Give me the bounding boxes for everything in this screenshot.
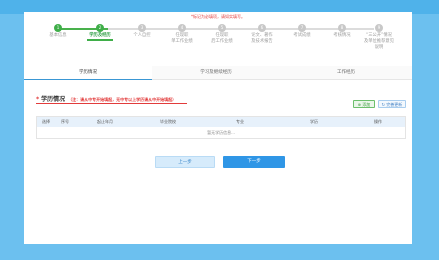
step-2-underline <box>87 39 113 41</box>
section-title: 学历情况 <box>41 96 66 103</box>
update-button[interactable]: ↻ 完善更新 <box>378 100 406 108</box>
step-2[interactable]: 2 学历及经历 <box>78 24 122 41</box>
step-6[interactable]: 6 论文、著作 及技术报告 <box>240 24 284 45</box>
col-index: 序号 <box>61 119 69 124</box>
update-button-label: 完善更新 <box>386 102 403 107</box>
prev-step-button[interactable]: 上一步 <box>155 156 215 168</box>
step-4[interactable]: 4 任现职 单工作业绩 <box>160 24 204 45</box>
step-4-label: 任现职 单工作业绩 <box>171 33 193 44</box>
step-3-dot: 3 <box>138 24 146 32</box>
step-5-dot: 5 <box>218 24 226 32</box>
step-4-dot: 4 <box>178 24 186 32</box>
step-7-dot: 7 <box>298 24 306 32</box>
col-major: 专业 <box>236 119 244 124</box>
table-empty-row: 暂无学历信息... <box>207 130 235 135</box>
step-3[interactable]: 3 个人自控 <box>120 24 164 39</box>
table-header: 选择 序号 起止年月 毕业院校 专业 学历 操作 <box>37 117 405 127</box>
step-6-dot: 6 <box>258 24 266 32</box>
tab-study-experience[interactable]: 学习及继续经历 <box>152 66 280 80</box>
col-school: 毕业院校 <box>160 119 176 124</box>
refresh-icon: ↻ <box>381 102 386 107</box>
step-6-label: 论文、著作 及技术报告 <box>251 33 273 44</box>
education-table: 选择 序号 起止年月 毕业院校 专业 学历 操作 暂无学历信息... <box>36 116 406 139</box>
step-2-label: 学历及经历 <box>89 33 111 38</box>
step-5-label: 任现职 后工作业绩 <box>211 33 233 44</box>
step-progress: 1 基本信息 2 学历及经历 3 个人自控 4 任现职 单工作业绩 5 任现职 … <box>36 24 400 64</box>
step-1-dot: 1 <box>54 24 62 32</box>
step-8-dot: 8 <box>338 24 346 32</box>
tab-education[interactable]: 学历情况 <box>24 66 152 80</box>
section-note: （注：请从中专开始填起，无中专以上学历请从中开始填起） <box>68 97 177 102</box>
add-button-label: 添加 <box>362 102 371 107</box>
step-7-label: 考试成绩 <box>293 33 311 38</box>
section-tabs: 学历情况 学习及继续经历 工作经历 <box>24 66 412 80</box>
step-2-dot: 2 <box>96 24 104 32</box>
step-9-label: “三公开”情况 及单位推荐意见 说明 <box>363 33 395 50</box>
col-degree: 学历 <box>310 119 318 124</box>
section-heading: * 学历情况 （注：请从中专开始填起，无中专以上学历请从中开始填起） <box>36 94 176 103</box>
form-card: *标记为必填项，请如实填写。 1 基本信息 2 学历及经历 3 个人自控 4 任… <box>24 12 412 244</box>
required-notice: *标记为必填项，请如实填写。 <box>191 14 245 19</box>
required-star: * <box>36 96 40 103</box>
step-9[interactable]: 9 “三公开”情况 及单位推荐意见 说明 <box>356 24 402 51</box>
next-step-button[interactable]: 下一步 <box>223 156 285 168</box>
col-period: 起止年月 <box>97 119 113 124</box>
add-button[interactable]: ⊕ 添加 <box>353 100 375 108</box>
section-underline <box>36 103 187 104</box>
step-9-dot: 9 <box>375 24 383 32</box>
step-5[interactable]: 5 任现职 后工作业绩 <box>200 24 244 45</box>
step-1-label: 基本信息 <box>49 33 67 38</box>
col-select: 选择 <box>42 119 50 124</box>
step-7[interactable]: 7 考试成绩 <box>280 24 324 39</box>
step-3-label: 个人自控 <box>133 33 151 38</box>
col-actions: 操作 <box>374 119 382 124</box>
tab-work-experience[interactable]: 工作经历 <box>280 66 412 80</box>
step-1[interactable]: 1 基本信息 <box>36 24 80 39</box>
plus-icon: ⊕ <box>357 102 362 107</box>
